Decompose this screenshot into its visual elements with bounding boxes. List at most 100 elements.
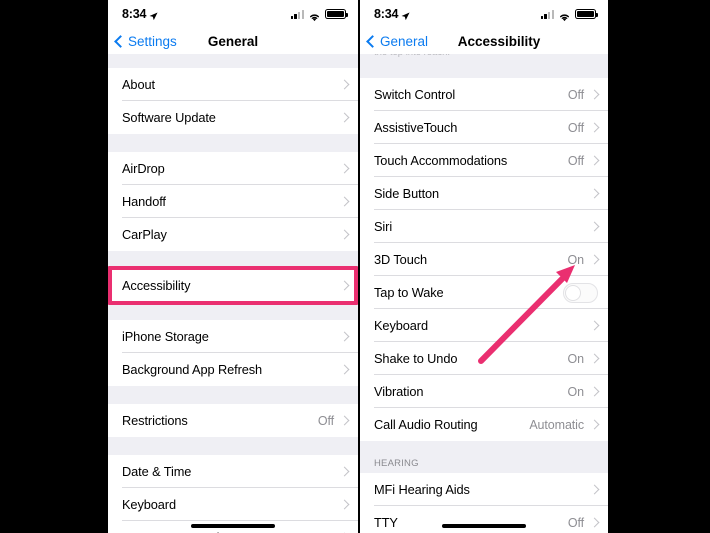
cellular-bars-icon: [540, 9, 554, 19]
chevron-right-icon: [589, 353, 600, 364]
settings-list-general[interactable]: About Software Update AirDrop Handoff CarPla…: [108, 54, 358, 533]
chevron-left-icon: [114, 34, 127, 48]
screenshot-stage: 8:34 Settings General About Software Upd…: [0, 0, 710, 533]
location-arrow-icon: [401, 10, 410, 20]
settings-row-side-button[interactable]: Side Button: [360, 177, 608, 210]
back-button-label: Settings: [128, 33, 177, 49]
chevron-right-icon: [339, 364, 350, 375]
settings-row-siri[interactable]: Siri: [360, 210, 608, 243]
back-button-settings[interactable]: Settings: [108, 34, 177, 49]
chevron-right-icon: [589, 320, 600, 331]
chevron-right-icon: [589, 419, 600, 430]
settings-row-call-audio-routing[interactable]: Call Audio Routing Automatic: [360, 408, 608, 441]
battery-icon: [325, 9, 348, 19]
settings-row-label: Restrictions: [122, 413, 188, 428]
settings-row-touch-accommodations[interactable]: Touch Accommodations Off: [360, 144, 608, 177]
settings-row-tap-to-wake[interactable]: Tap to Wake: [360, 276, 608, 309]
settings-row-label: Shake to Undo: [374, 351, 458, 366]
section-gap: [360, 441, 608, 455]
chevron-right-icon: [589, 386, 600, 397]
section-gap: [360, 66, 608, 78]
clock-time: 8:34: [374, 7, 399, 21]
settings-row-label: Vibration: [374, 384, 424, 399]
settings-group: Accessibility: [108, 269, 358, 302]
section-gap: [108, 134, 358, 152]
settings-row-value: Automatic: [529, 417, 584, 432]
settings-list-accessibility[interactable]: the top into reach. Switch ControlOffAssi…: [360, 54, 608, 533]
settings-row-value: On: [567, 384, 585, 399]
settings-row-label: About: [122, 77, 155, 92]
section-gap: [108, 54, 358, 68]
settings-row-label: Software Update: [122, 110, 216, 125]
settings-row-value: On: [567, 351, 585, 366]
settings-row-label: Touch Accommodations: [374, 153, 508, 168]
phone-screen-accessibility: 8:34 General Accessibility Switch Contro…: [360, 0, 608, 533]
settings-group: About Software Update: [108, 68, 358, 134]
settings-group: Switch Control Off AssistiveTouch Off Touch …: [360, 78, 608, 441]
section-gap: [108, 437, 358, 455]
section-gap: [108, 251, 358, 269]
scrolled-footer-label: the top into reach.: [374, 54, 450, 58]
settings-row-label: Siri: [374, 219, 393, 234]
chevron-right-icon: [589, 254, 600, 265]
settings-row-mfi-hearing-aids[interactable]: MFi Hearing Aids: [360, 473, 608, 506]
settings-row-accessibility[interactable]: Accessibility: [108, 269, 358, 302]
section-gap: [108, 302, 358, 320]
settings-row-assistivetouch[interactable]: AssistiveTouch Off: [360, 111, 608, 144]
location-arrow-icon: [149, 10, 158, 20]
settings-row-keyboard[interactable]: Keyboard: [108, 488, 358, 521]
chevron-right-icon: [589, 484, 600, 495]
settings-row-label: Call Audio Routing: [374, 417, 478, 432]
settings-row-shake-to-undo[interactable]: Shake to Undo On: [360, 342, 608, 375]
settings-row-date-time[interactable]: Date & Time: [108, 455, 358, 488]
status-bar-left: 8:34: [122, 7, 158, 21]
settings-group: Restrictions Off: [108, 404, 358, 437]
settings-row-label: 3D Touch: [374, 252, 428, 267]
settings-row-restrictions[interactable]: Restrictions Off: [108, 404, 358, 437]
chevron-right-icon: [589, 221, 600, 232]
settings-row-label: Background App Refresh: [122, 362, 263, 377]
toggle-switch[interactable]: [563, 282, 598, 303]
settings-row-iphone-storage[interactable]: iPhone Storage: [108, 320, 358, 353]
toggle-knob: [565, 284, 581, 301]
settings-row-software-update[interactable]: Software Update: [108, 101, 358, 134]
settings-group: Date & TimeKeyboardLanguage & Region: [108, 455, 358, 533]
settings-row-label: Accessibility: [122, 278, 191, 293]
settings-row-background-app-refresh[interactable]: Background App Refresh: [108, 353, 358, 386]
settings-row-label: Keyboard: [374, 318, 428, 333]
settings-row-label: Side Button: [374, 186, 440, 201]
settings-row-value: Off: [567, 153, 584, 168]
chevron-right-icon: [339, 229, 350, 240]
settings-row-tty[interactable]: TTY Off: [360, 506, 608, 533]
settings-row-vibration[interactable]: Vibration On: [360, 375, 608, 408]
settings-row-keyboard[interactable]: Keyboard: [360, 309, 608, 342]
chevron-right-icon: [339, 499, 350, 510]
chevron-left-icon: [366, 34, 379, 48]
chevron-right-icon: [589, 517, 600, 528]
settings-row-airdrop[interactable]: AirDrop: [108, 152, 358, 185]
settings-group: AirDrop Handoff CarPlay: [108, 152, 358, 251]
section-gap: [108, 386, 358, 404]
status-bar-left: 8:34: [374, 7, 410, 21]
settings-row-label: Tap to Wake: [374, 285, 444, 300]
chevron-right-icon: [589, 155, 600, 166]
chevron-right-icon: [589, 188, 600, 199]
settings-row-about[interactable]: About: [108, 68, 358, 101]
nav-bar: Settings General: [108, 28, 358, 54]
settings-row-handoff[interactable]: Handoff: [108, 185, 358, 218]
chevron-right-icon: [589, 89, 600, 100]
battery-icon: [575, 9, 598, 19]
settings-row-carplay[interactable]: CarPlay: [108, 218, 358, 251]
settings-row-label: iPhone Storage: [122, 329, 209, 344]
back-button-general[interactable]: General: [360, 34, 428, 49]
settings-row-3d-touch[interactable]: 3D Touch On: [360, 243, 608, 276]
settings-row-label: AirDrop: [122, 161, 165, 176]
settings-row-label: CarPlay: [122, 227, 167, 242]
chevron-right-icon: [339, 331, 350, 342]
settings-row-switch-control[interactable]: Switch Control Off: [360, 78, 608, 111]
chevron-right-icon: [339, 280, 350, 291]
back-button-label: General: [380, 33, 429, 49]
chevron-right-icon: [339, 466, 350, 477]
chevron-right-icon: [339, 79, 350, 90]
settings-group: iPhone Storage Background App Refresh: [108, 320, 358, 386]
